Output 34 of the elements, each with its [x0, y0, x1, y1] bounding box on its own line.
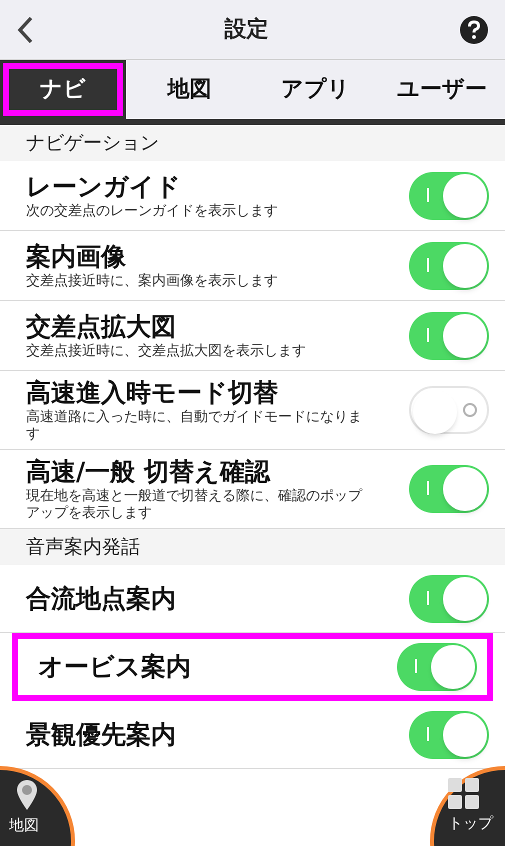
setting-description: 現在地を高速と一般道で切替える際に、確認のポップアップを表示します	[26, 488, 364, 522]
setting-description: 高速道路に入った時に、自動でガイドモードになります	[26, 409, 363, 443]
setting-label: オービス案内	[38, 650, 191, 682]
toggle-switch[interactable]	[409, 465, 489, 513]
back-icon[interactable]	[16, 14, 34, 44]
corner-button[interactable]: トップ	[430, 766, 505, 846]
toggle-switch[interactable]	[409, 574, 489, 622]
tab[interactable]: 地図	[126, 60, 252, 119]
setting-label: 合流地点案内	[26, 582, 176, 614]
setting-description: 交差点接近時に、交差点拡大図を表示します	[26, 343, 307, 360]
setting-label: 景観優先案内	[26, 718, 176, 750]
corner-button[interactable]: 地図	[0, 766, 75, 846]
tab[interactable]: ユーザー	[378, 60, 505, 119]
help-icon[interactable]	[459, 14, 489, 44]
toggle-switch[interactable]	[409, 710, 489, 758]
toggle-switch[interactable]	[409, 386, 489, 434]
setting-label: 交差点拡大図	[26, 311, 177, 343]
toggle-switch[interactable]	[409, 242, 489, 290]
tab[interactable]: ナビ	[0, 60, 126, 119]
toggle-switch[interactable]	[409, 172, 489, 220]
setting-label: 案内画像	[26, 241, 127, 273]
toggle-switch[interactable]	[409, 312, 489, 360]
section-title: 音声案内発話	[26, 534, 140, 560]
setting-label: 高速進入時モード切替	[26, 377, 279, 409]
toggle-switch[interactable]	[397, 642, 477, 690]
tab[interactable]: アプリ	[252, 60, 379, 119]
map-pin-icon	[15, 778, 39, 812]
setting-label: レーンガイド	[26, 171, 182, 203]
section-title: ナビゲーション	[26, 130, 159, 156]
page-title: 設定	[224, 16, 268, 44]
setting-description: 交差点接近時に、案内画像を表示します	[26, 273, 279, 290]
setting-description: 次の交差点のレーンガイドを表示します	[26, 203, 279, 220]
setting-label: 高速/一般 切替え確認	[26, 456, 272, 488]
grid-icon	[448, 778, 480, 810]
